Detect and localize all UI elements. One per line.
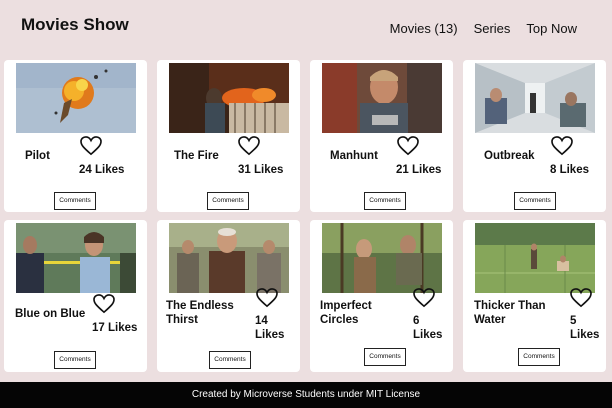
movie-thumbnail [475, 63, 595, 133]
footer: Created by Microverse Students under MIT… [0, 382, 612, 408]
heart-icon[interactable] [93, 294, 115, 314]
heart-icon[interactable] [238, 136, 260, 156]
movie-title-line1: The Endless [166, 300, 234, 312]
likes-word: Likes [570, 329, 600, 341]
movie-title-line1: Imperfect [320, 300, 372, 312]
movie-thumbnail [16, 63, 136, 133]
comments-button[interactable]: Comments [54, 351, 96, 369]
movie-thumbnail [169, 223, 289, 293]
likes-count: 8 Likes [550, 164, 589, 176]
movie-thumbnail [169, 63, 289, 133]
nav-movies[interactable]: Movies (13) [390, 21, 458, 36]
likes-count: 24 Likes [79, 164, 125, 176]
heart-icon[interactable] [397, 136, 419, 156]
heart-icon[interactable] [256, 288, 278, 308]
movie-thumbnail [16, 223, 136, 293]
likes-word: Likes [255, 329, 285, 341]
movie-card: Imperfect Circles 6 Likes Comments [310, 220, 453, 372]
movie-title: The Endless Thirst [166, 299, 234, 327]
movie-title-line2: Thirst [166, 314, 198, 326]
movie-card: Blue on Blue 17 Likes Comments [4, 220, 147, 372]
comments-button[interactable]: Comments [518, 348, 560, 366]
comments-button[interactable]: Comments [364, 192, 406, 210]
header: Movies Show Movies (13) Series Top Now [0, 0, 612, 56]
movie-card: The Endless Thirst 14 Likes Comments [157, 220, 300, 372]
movie-title: The Fire [174, 150, 219, 162]
heart-icon[interactable] [80, 136, 102, 156]
movie-title-line2: Circles [320, 314, 359, 326]
likes-number: 14 [255, 315, 268, 327]
movie-card: Outbreak 8 Likes Comments [463, 60, 606, 212]
comments-button[interactable]: Comments [54, 192, 96, 210]
movie-title-line2: Water [474, 314, 506, 326]
movie-card: Manhunt 21 Likes Comments [310, 60, 453, 212]
movie-card: The Fire 31 Likes Comments [157, 60, 300, 212]
likes-count: 14 Likes [255, 314, 284, 342]
movie-thumbnail [322, 63, 442, 133]
movie-title: Pilot [25, 150, 50, 162]
nav-top-now[interactable]: Top Now [526, 21, 577, 36]
comments-button[interactable]: Comments [209, 351, 251, 369]
movie-thumbnail [322, 223, 442, 293]
likes-word: Likes [413, 329, 443, 341]
likes-count: 31 Likes [238, 164, 284, 176]
comments-button[interactable]: Comments [207, 192, 249, 210]
main-nav: Movies (13) Series Top Now [390, 21, 577, 36]
movie-card: Thicker Than Water 5 Likes Comments [463, 220, 606, 372]
likes-count: 17 Likes [92, 322, 138, 334]
heart-icon[interactable] [570, 288, 592, 308]
movie-title: Imperfect Circles [320, 299, 372, 327]
movie-title: Thicker Than Water [474, 299, 546, 327]
comments-button[interactable]: Comments [514, 192, 556, 210]
comments-button[interactable]: Comments [364, 348, 406, 366]
movie-card: Pilot 24 Likes Comments [4, 60, 147, 212]
movie-title-line1: Thicker Than [474, 300, 546, 312]
likes-number: 6 [413, 315, 420, 327]
nav-series[interactable]: Series [474, 21, 511, 36]
heart-icon[interactable] [413, 288, 435, 308]
heart-icon[interactable] [551, 136, 573, 156]
likes-count: 21 Likes [396, 164, 442, 176]
movie-title: Blue on Blue [15, 308, 86, 320]
movie-title: Outbreak [484, 150, 535, 162]
movie-thumbnail [475, 223, 595, 293]
movie-title: Manhunt [330, 150, 378, 162]
likes-number: 5 [570, 315, 577, 327]
site-logo[interactable]: Movies Show [21, 15, 129, 35]
likes-count: 6 Likes [413, 314, 442, 342]
likes-count: 5 Likes [570, 314, 599, 342]
